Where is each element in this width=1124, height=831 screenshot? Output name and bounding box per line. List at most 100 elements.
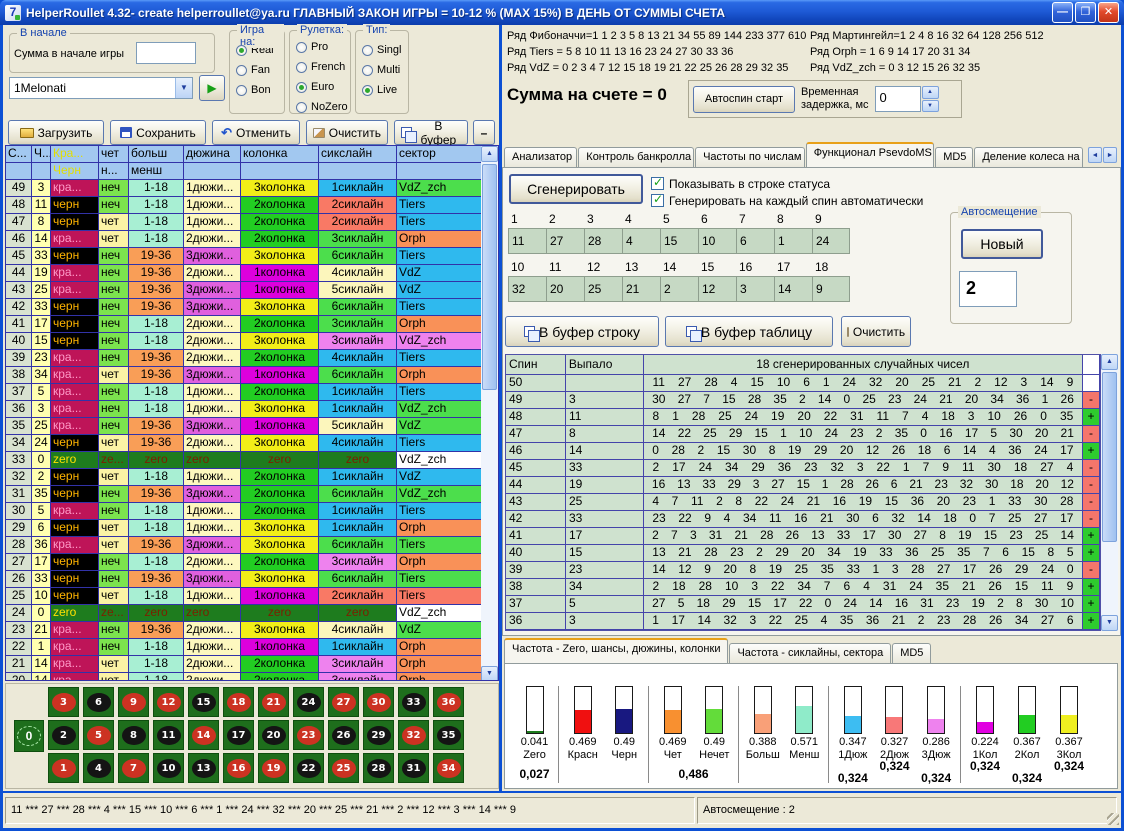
scrollbar-thumb[interactable] xyxy=(1102,372,1117,542)
gen-table-row[interactable]: 46140282153081929201226186144362417+ xyxy=(506,443,1100,460)
bet-number-cell[interactable]: 12 xyxy=(153,687,184,717)
tab-Деление колеса на[interactable]: Деление колеса на xyxy=(974,147,1083,167)
tab-Частоты по числам[interactable]: Частоты по числам xyxy=(695,147,805,167)
play-button[interactable]: ▶ xyxy=(199,75,225,101)
minimize-button[interactable]: — xyxy=(1052,2,1073,23)
bet-number-cell[interactable]: 14 xyxy=(188,720,219,750)
table-row[interactable]: 3424чернчет19-362дюжи...3колонка4сиклайн… xyxy=(6,435,498,452)
table-row[interactable]: 4811черннеч1-181дюжи...2колонка2сиклайнT… xyxy=(6,197,498,214)
bet-number-cell[interactable]: 33 xyxy=(398,687,429,717)
history-scrollbar[interactable]: ▲ ▼ xyxy=(481,146,498,681)
clear-button[interactable]: Очистить xyxy=(306,120,388,145)
gen-table-row[interactable]: 49330277152835214025232421203436126- xyxy=(506,392,1100,409)
gen-table-row[interactable]: 37527518291517220241416312319283010+ xyxy=(506,596,1100,613)
to-buffer-button[interactable]: В буфер xyxy=(394,120,468,145)
bet-number-cell[interactable]: 11 xyxy=(153,720,184,750)
table-row[interactable]: 2114кра...чет1-182дюжи...2колонка3сиклай… xyxy=(6,656,498,673)
bet-number-cell[interactable]: 31 xyxy=(398,753,429,783)
table-row[interactable]: 305кра...неч1-181дюжи...2колонка1сиклайн… xyxy=(6,503,498,520)
radio-pro[interactable]: Pro xyxy=(296,38,350,56)
bet-number-cell[interactable]: 5 xyxy=(83,720,114,750)
bet-number-cell[interactable]: 36 xyxy=(433,687,464,717)
buffer-table-button[interactable]: В буфер таблицу xyxy=(665,316,833,347)
new-button[interactable]: Новый xyxy=(961,229,1043,259)
checkbox-icon[interactable] xyxy=(651,194,664,207)
tab-Функционал PsevdoMS[interactable]: Функционал PsevdoMS xyxy=(806,142,934,167)
generate-button[interactable]: Сгенерировать xyxy=(509,174,643,204)
title-bar[interactable]: 7 HelperRoullet 4.32- create helperroull… xyxy=(0,0,1124,25)
table-row[interactable]: 2717черннеч1-182дюжи...2колонка3сиклайнO… xyxy=(6,554,498,571)
close-button[interactable]: ✕ xyxy=(1098,2,1119,23)
start-sum-input[interactable] xyxy=(136,42,196,64)
bet-number-cell[interactable]: 34 xyxy=(433,753,464,783)
bet-number-cell[interactable]: 21 xyxy=(258,687,289,717)
table-row[interactable]: 330zeroze...zerozerozerozeroVdZ_zch xyxy=(6,452,498,469)
bet-number-cell[interactable]: 15 xyxy=(188,687,219,717)
bet-number-cell[interactable]: 19 xyxy=(258,753,289,783)
checkbox-autogenerate[interactable]: Генерировать на каждый спин автоматическ… xyxy=(651,192,923,209)
preset-combobox[interactable]: 1Melonati ▼ xyxy=(9,77,193,99)
table-row[interactable]: 4614кра...чет1-182дюжи...2колонка3сиклай… xyxy=(6,231,498,248)
bet-number-cell[interactable]: 8 xyxy=(118,720,149,750)
bet-number-cell[interactable]: 32 xyxy=(398,720,429,750)
table-row[interactable]: 221кра...неч1-181дюжи...1колонка1сиклайн… xyxy=(6,639,498,656)
radio-live[interactable]: Live xyxy=(362,81,408,99)
table-row[interactable]: 493кра...неч1-181дюжи...3колонка1сиклайн… xyxy=(6,180,498,197)
table-row[interactable]: 240zeroze...zerozerozerozeroVdZ_zch xyxy=(6,605,498,622)
bet-number-cell[interactable]: 4 xyxy=(83,753,114,783)
scroll-up-icon[interactable]: ▲ xyxy=(481,146,498,162)
autoshift-value-input[interactable]: 2 xyxy=(959,271,1017,307)
table-row[interactable]: 4325кра...неч19-363дюжи...1колонка5сикла… xyxy=(6,282,498,299)
bet-number-cell[interactable]: 27 xyxy=(328,687,359,717)
bet-number-cell[interactable]: 25 xyxy=(328,753,359,783)
radio-french[interactable]: French xyxy=(296,58,350,76)
gen-table-row[interactable]: 42332322943411162130632141807252717- xyxy=(506,511,1100,528)
resize-grip[interactable] xyxy=(1107,813,1119,825)
bet-number-cell[interactable]: 20 xyxy=(258,720,289,750)
table-row[interactable]: 2321кра...неч19-362дюжи...3колонка4сикла… xyxy=(6,622,498,639)
buffer-row-button[interactable]: В буфер строку xyxy=(505,316,659,347)
maximize-button[interactable]: ❐ xyxy=(1075,2,1096,23)
bet-zero-cell[interactable]: 0 xyxy=(14,720,44,752)
spin-up-icon[interactable]: ▲ xyxy=(922,86,939,99)
gen-table-row[interactable]: 50112728415106124322025212123149 xyxy=(506,375,1100,392)
bet-number-cell[interactable]: 23 xyxy=(293,720,324,750)
checkbox-show-status[interactable]: Показывать в строке статуса xyxy=(651,175,830,192)
gen-table-row[interactable]: 3834218281032234764312435212615119+ xyxy=(506,579,1100,596)
bet-number-cell[interactable]: 29 xyxy=(363,720,394,750)
undo-button[interactable]: ↶Отменить xyxy=(212,120,300,145)
tab-scroll-right-icon[interactable]: ► xyxy=(1103,147,1117,163)
tab-Анализатор[interactable]: Анализатор xyxy=(504,147,577,167)
bet-number-cell[interactable]: 28 xyxy=(363,753,394,783)
table-row[interactable]: 4233черннеч19-363дюжи...3колонка6сиклайн… xyxy=(6,299,498,316)
bet-number-cell[interactable]: 18 xyxy=(223,687,254,717)
bet-number-cell[interactable]: 26 xyxy=(328,720,359,750)
gen-table-row[interactable]: 4419161333293271512826621233230182012- xyxy=(506,477,1100,494)
scroll-up-icon[interactable]: ▲ xyxy=(1101,354,1118,370)
table-row[interactable]: 4015черннеч1-182дюжи...3колонка3сиклайнV… xyxy=(6,333,498,350)
gen-table-row[interactable]: 39231412920819253533132827172629240- xyxy=(506,562,1100,579)
gen-table-row[interactable]: 4533217243429362332322179113018274- xyxy=(506,460,1100,477)
table-row[interactable]: 322чернчет1-181дюжи...2колонка1сиклайнVd… xyxy=(6,469,498,486)
clear-gen-button[interactable]: Очистить xyxy=(841,316,911,347)
bet-number-cell[interactable]: 10 xyxy=(153,753,184,783)
freq-tab-MD5[interactable]: MD5 xyxy=(892,643,931,663)
gen-table-row[interactable]: 40151321282322920341933362535761585+ xyxy=(506,545,1100,562)
table-row[interactable]: 363кра...неч1-181дюжи...3колонка1сиклайн… xyxy=(6,401,498,418)
bet-number-cell[interactable]: 2 xyxy=(48,720,79,750)
bet-number-cell[interactable]: 22 xyxy=(293,753,324,783)
spin-down-icon[interactable]: ▼ xyxy=(922,100,939,113)
autospin-start-button[interactable]: Автоспин старт xyxy=(693,86,795,113)
tab-Контроль банкролла[interactable]: Контроль банкролла xyxy=(578,147,694,167)
freq-tab-Частота - Zero, шансы, дюжины, колонки[interactable]: Частота - Zero, шансы, дюжины, колонки xyxy=(504,638,728,663)
radio-multi[interactable]: Multi xyxy=(362,61,408,79)
load-button[interactable]: Загрузить xyxy=(8,120,104,145)
bet-number-cell[interactable]: 35 xyxy=(433,720,464,750)
minus-button[interactable]: – xyxy=(473,120,495,145)
delay-value-input[interactable]: 0 xyxy=(875,86,921,112)
radio-euro[interactable]: Euro xyxy=(296,78,350,96)
tab-scroll-left-icon[interactable]: ◄ xyxy=(1088,147,1102,163)
tab-scroll-arrows[interactable]: ◄ ► xyxy=(1088,147,1117,163)
table-row[interactable]: 2014кра...чет1-182дюжи...2колонка3сиклай… xyxy=(6,673,498,681)
table-row[interactable]: 375кра...неч1-181дюжи...2колонка1сиклайн… xyxy=(6,384,498,401)
